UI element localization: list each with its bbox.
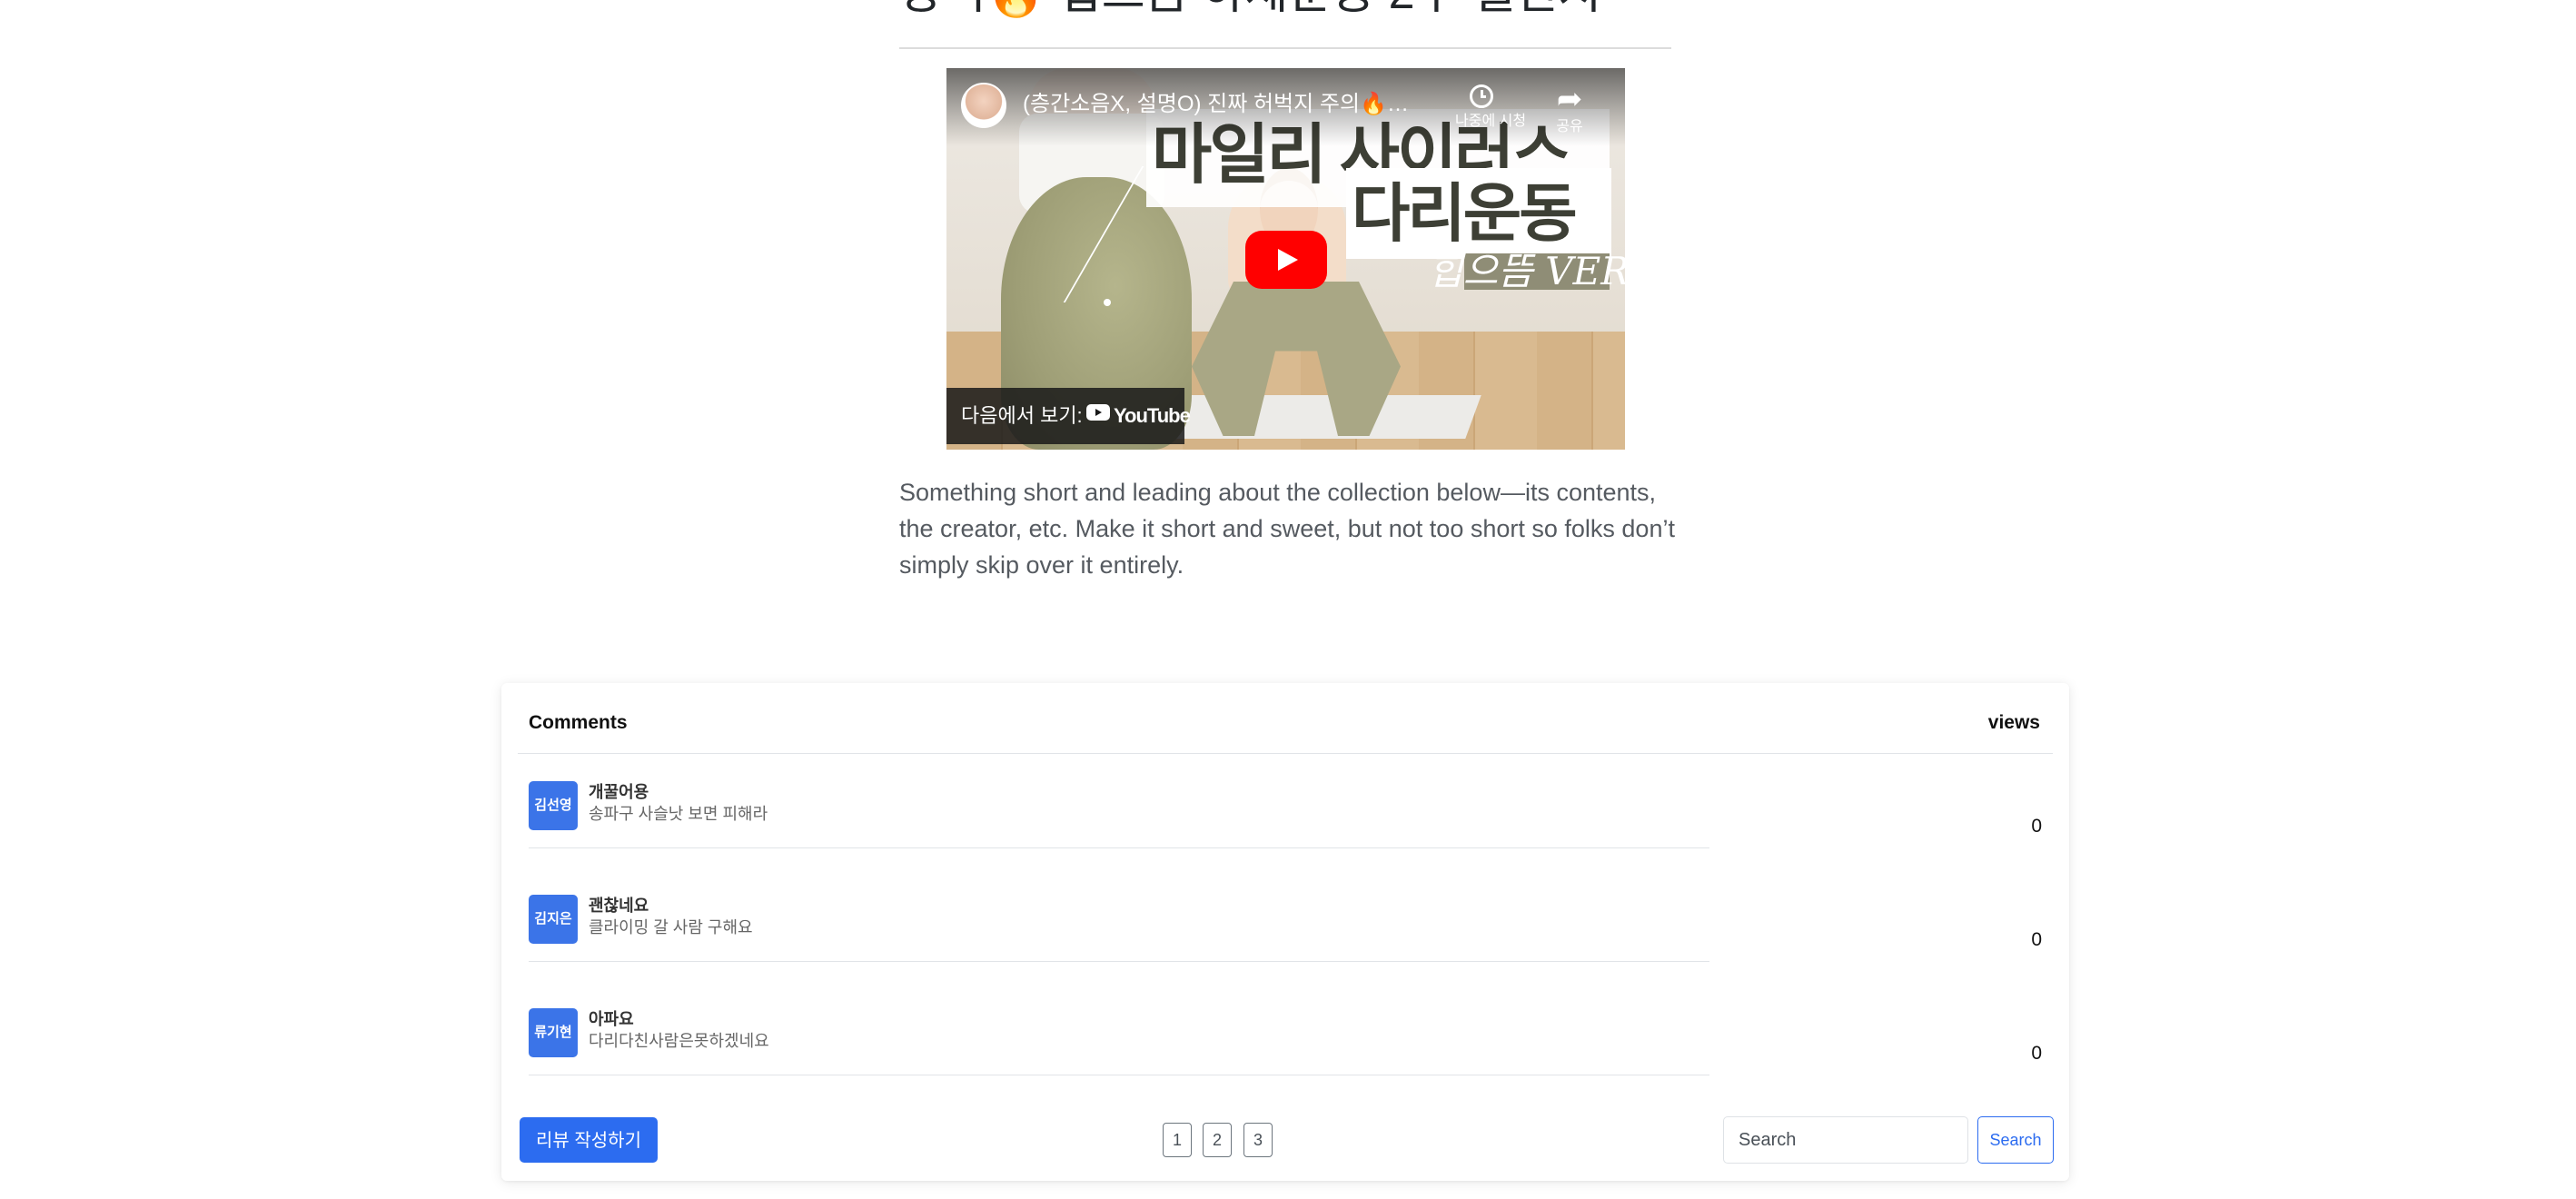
- comment-views: 0: [2031, 929, 2042, 950]
- page-button-3[interactable]: 3: [1243, 1123, 1273, 1157]
- channel-avatar[interactable]: [961, 83, 1006, 128]
- comment-title[interactable]: 개꿀어용: [589, 781, 649, 803]
- clock-icon: [1470, 84, 1493, 108]
- play-icon: [1278, 249, 1298, 271]
- row-divider: [529, 961, 1709, 962]
- page-button-2[interactable]: 2: [1203, 1123, 1232, 1157]
- page: 광덕🔥 힙으뜸 하체운동 2주 챌린지 마일리 사이러스 다리운동 힙으뜸 VE…: [0, 0, 2576, 1199]
- youtube-embed[interactable]: 마일리 사이러스 다리운동 힙으뜸 VER. (층간소음X, 설명O) 진짜 허…: [946, 68, 1625, 450]
- thumbnail-text-line-2: 다리운동: [1352, 178, 1578, 249]
- comment-title[interactable]: 괜찮네요: [589, 895, 649, 917]
- comment-body: 송파구 사슬낫 보면 피해라: [589, 805, 768, 823]
- comments-card: Comments views 김선영 개꿀어용 송파구 사슬낫 보면 피해라 0…: [501, 683, 2069, 1181]
- search-input[interactable]: [1723, 1116, 1968, 1164]
- comment-body: 클라이밍 갈 사람 구해요: [589, 918, 753, 936]
- youtube-logo-icon: [1086, 404, 1110, 421]
- watch-on-youtube-button[interactable]: 다음에서 보기: YouTube: [946, 388, 1191, 444]
- comment-body: 다리다친사람은못하겠네요: [589, 1032, 769, 1050]
- post-title: 광덕🔥 힙으뜸 하체운동 2주 챌린지: [899, 0, 1671, 22]
- page-button-1[interactable]: 1: [1163, 1123, 1192, 1157]
- comment-title[interactable]: 아파요: [589, 1008, 634, 1030]
- thumbnail-pointer-dot: [1104, 299, 1111, 306]
- comment-row[interactable]: 김지은 괜찮네요 클라이밍 갈 사람 구해요 0: [529, 867, 2042, 967]
- video-title[interactable]: (층간소음X, 설명O) 진짜 허벅지 주의🔥초강...: [1023, 90, 1413, 119]
- watch-later-label: 나중에 시청: [1455, 114, 1527, 129]
- write-review-button[interactable]: 리뷰 작성하기: [520, 1117, 658, 1163]
- post-description: Something short and leading about the co…: [899, 479, 1675, 579]
- title-divider: [899, 47, 1671, 49]
- comment-row[interactable]: 김선영 개꿀어용 송파구 사슬낫 보면 피해라 0: [529, 754, 2042, 854]
- share-label: 공유: [1556, 119, 1583, 134]
- author-avatar: 류기현: [529, 1008, 578, 1057]
- thumbnail-subtitle: 힙으뜸 VER.: [1428, 249, 1625, 293]
- watch-later-button[interactable]: 나중에 시청: [1455, 81, 1527, 144]
- views-header: views: [1987, 712, 2040, 733]
- author-avatar: 김선영: [529, 781, 578, 830]
- row-divider: [529, 847, 1709, 848]
- play-button[interactable]: [1245, 231, 1327, 289]
- share-button[interactable]: ➦ 공유: [1542, 81, 1597, 144]
- comments-header: Comments: [529, 712, 628, 733]
- watch-on-label: 다음에서 보기:: [961, 404, 1083, 427]
- comment-row[interactable]: 류기현 아파요 다리다친사람은못하겠네요 0: [529, 981, 2042, 1081]
- share-icon: ➦: [1556, 82, 1583, 116]
- search-button[interactable]: Search: [1977, 1116, 2054, 1164]
- comment-views: 0: [2031, 816, 2042, 837]
- youtube-wordmark: YouTube: [1114, 404, 1191, 427]
- comment-views: 0: [2031, 1043, 2042, 1064]
- author-avatar: 김지은: [529, 895, 578, 944]
